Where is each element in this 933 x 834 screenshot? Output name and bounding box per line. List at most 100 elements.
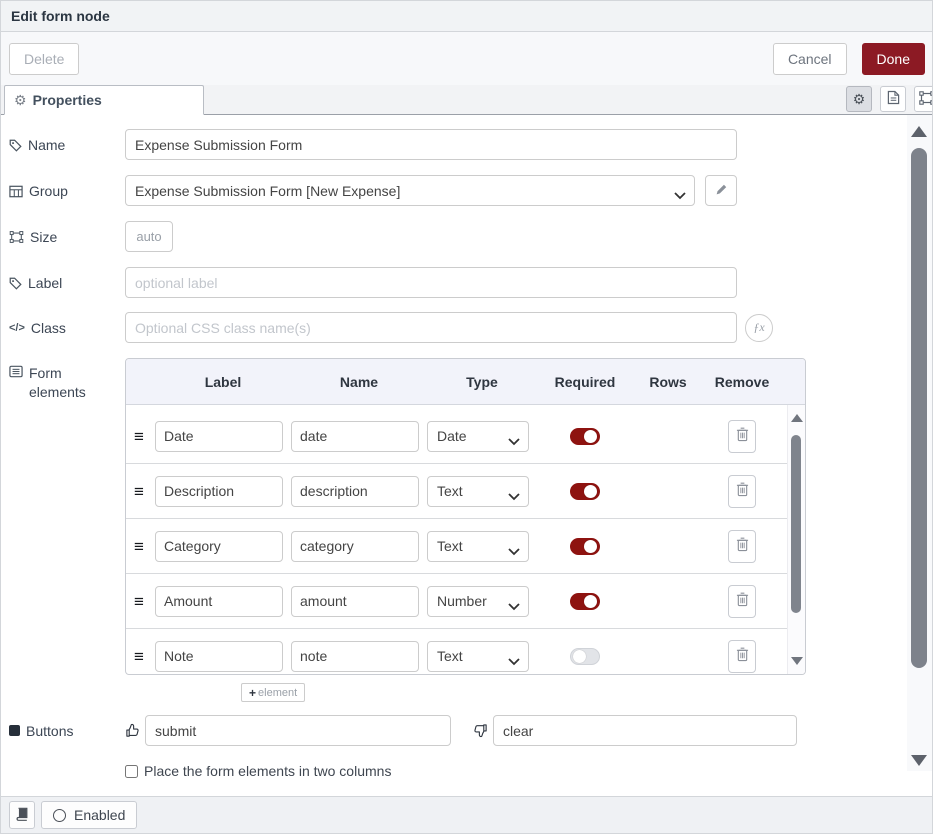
required-cell xyxy=(537,428,633,445)
enabled-toggle-button[interactable]: Enabled xyxy=(41,801,137,829)
element-label-input[interactable] xyxy=(155,641,283,672)
remove-cell xyxy=(703,530,781,563)
element-label-input[interactable] xyxy=(155,531,283,562)
plus-icon: + xyxy=(249,686,256,700)
element-type-select[interactable]: Text xyxy=(427,531,529,562)
remove-cell xyxy=(703,420,781,453)
tab-properties[interactable]: ⚙ Properties xyxy=(4,85,204,115)
label-label-group: Label xyxy=(9,275,125,291)
done-button[interactable]: Done xyxy=(862,43,925,75)
element-type-select-wrap: Text xyxy=(427,641,529,672)
drag-handle-icon[interactable]: ≡ xyxy=(134,593,155,610)
elements-scrollbar[interactable] xyxy=(787,405,805,674)
size-row: Size auto xyxy=(9,221,932,252)
scroll-down-icon[interactable] xyxy=(791,657,803,665)
tag-icon xyxy=(9,138,22,152)
element-row: ≡ Date xyxy=(126,409,787,464)
required-cell xyxy=(537,593,633,610)
enabled-label: Enabled xyxy=(74,807,125,823)
drag-handle-icon[interactable]: ≡ xyxy=(134,648,155,665)
form-elements-label-group: Form elements xyxy=(9,358,125,402)
element-name-input[interactable] xyxy=(291,586,419,617)
required-toggle[interactable] xyxy=(570,648,600,665)
dialog-header: Edit form node xyxy=(1,1,932,32)
required-cell xyxy=(537,538,633,555)
drag-handle-icon[interactable]: ≡ xyxy=(134,483,155,500)
object-group-icon xyxy=(9,229,24,244)
scrollbar-thumb[interactable] xyxy=(911,148,927,668)
two-columns-checkbox[interactable] xyxy=(125,765,138,778)
two-columns-label: Place the form elements in two columns xyxy=(144,763,391,779)
two-columns-row: Place the form elements in two columns xyxy=(125,763,932,779)
element-name-input[interactable] xyxy=(291,421,419,452)
table-icon xyxy=(9,184,23,198)
gear-icon: ⚙ xyxy=(853,92,866,106)
dynamic-class-button[interactable]: ƒx xyxy=(745,314,773,342)
header-type: Type xyxy=(427,374,537,390)
square-icon xyxy=(9,725,20,736)
description-tab-button[interactable] xyxy=(880,86,906,112)
clear-button-input[interactable] xyxy=(493,715,797,746)
required-toggle[interactable] xyxy=(570,483,600,500)
dialog-footer: Enabled xyxy=(1,796,932,833)
delete-element-button[interactable] xyxy=(728,640,756,673)
scroll-up-icon[interactable] xyxy=(911,126,927,137)
trash-icon xyxy=(736,482,749,500)
name-row: Name xyxy=(9,129,932,160)
label-input[interactable] xyxy=(125,267,737,298)
class-label-group: </> Class xyxy=(9,320,125,336)
properties-tab-button[interactable]: ⚙ xyxy=(846,86,872,112)
class-input[interactable] xyxy=(125,312,737,343)
add-element-button[interactable]: + element xyxy=(241,683,305,702)
element-label-input[interactable] xyxy=(155,586,283,617)
delete-element-button[interactable] xyxy=(728,585,756,618)
buttons-label-group: Buttons xyxy=(9,723,125,739)
size-auto-button[interactable]: auto xyxy=(125,221,173,252)
element-type-select[interactable]: Text xyxy=(427,641,529,672)
size-label: Size xyxy=(30,229,57,245)
drag-handle-icon[interactable]: ≡ xyxy=(134,538,155,555)
name-input[interactable] xyxy=(125,129,737,160)
element-name-input[interactable] xyxy=(291,476,419,507)
scrollbar-thumb[interactable] xyxy=(791,435,801,613)
element-type-select-wrap: Text xyxy=(427,476,529,507)
tab-icon-buttons: ⚙ xyxy=(846,86,933,112)
label-row: Label xyxy=(9,267,932,298)
element-type-select[interactable]: Text xyxy=(427,476,529,507)
class-label: Class xyxy=(31,320,66,336)
element-name-input[interactable] xyxy=(291,641,419,672)
element-label-input[interactable] xyxy=(155,476,283,507)
scroll-up-icon[interactable] xyxy=(791,414,803,422)
elements-table-body: ≡ Date ≡ Text xyxy=(126,405,805,674)
drag-handle-icon[interactable]: ≡ xyxy=(134,428,155,445)
element-type-select[interactable]: Number xyxy=(427,586,529,617)
cancel-button[interactable]: Cancel xyxy=(773,43,847,75)
thumbs-up-icon xyxy=(125,723,140,738)
required-toggle[interactable] xyxy=(570,538,600,555)
delete-element-button[interactable] xyxy=(728,420,756,453)
element-label-input[interactable] xyxy=(155,421,283,452)
main-scrollbar[interactable] xyxy=(907,115,932,771)
element-type-select[interactable]: Date xyxy=(427,421,529,452)
pencil-icon xyxy=(715,183,728,199)
properties-panel: Name Group Expense Submission Form [New … xyxy=(1,115,932,796)
delete-element-button[interactable] xyxy=(728,530,756,563)
required-toggle[interactable] xyxy=(570,593,600,610)
delete-button[interactable]: Delete xyxy=(9,43,79,75)
dialog-title: Edit form node xyxy=(11,8,110,24)
elements-table-header: Label Name Type Required Rows Remove xyxy=(126,359,805,405)
delete-element-button[interactable] xyxy=(728,475,756,508)
element-name-input[interactable] xyxy=(291,531,419,562)
header-label: Label xyxy=(155,374,291,390)
appearance-tab-button[interactable] xyxy=(914,86,933,112)
group-row: Group Expense Submission Form [New Expen… xyxy=(9,175,932,206)
required-toggle[interactable] xyxy=(570,428,600,445)
submit-button-input[interactable] xyxy=(145,715,451,746)
group-select[interactable]: Expense Submission Form [New Expense] xyxy=(125,175,695,206)
trash-icon xyxy=(736,427,749,445)
form-elements-row: Form elements Label Name Type Required R… xyxy=(9,358,932,702)
help-button[interactable] xyxy=(9,801,35,829)
edit-group-button[interactable] xyxy=(705,175,737,206)
remove-cell xyxy=(703,475,781,508)
scroll-down-icon[interactable] xyxy=(911,755,927,766)
